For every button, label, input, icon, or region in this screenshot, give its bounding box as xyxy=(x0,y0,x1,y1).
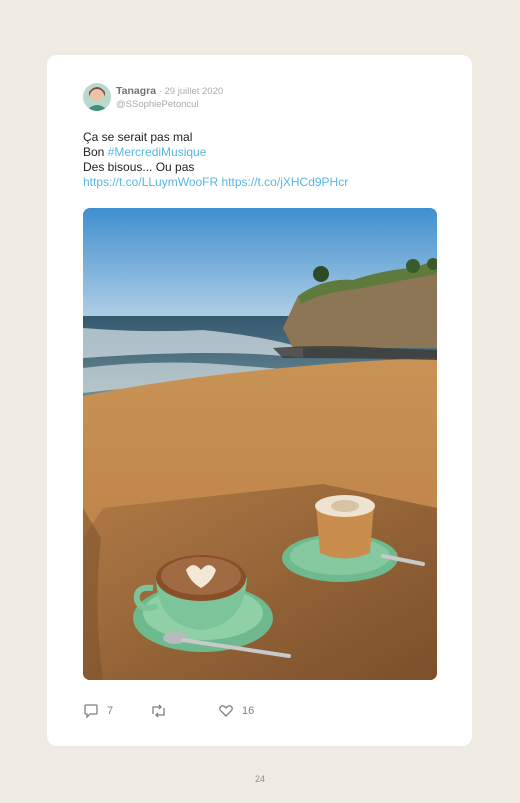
heart-icon xyxy=(218,703,234,719)
page-number: 24 xyxy=(254,774,265,784)
retweet-icon xyxy=(150,703,167,719)
reply-button[interactable]: 7 xyxy=(83,703,113,719)
retweet-button[interactable] xyxy=(150,703,175,719)
like-count: 16 xyxy=(242,705,255,717)
tweet-card: Tanagra · 29 juillet 2020 @SSophiePetonc… xyxy=(47,55,472,746)
tweet-line: Ça se serait pas mal xyxy=(83,130,348,145)
reply-count: 7 xyxy=(107,705,114,717)
like-button[interactable]: 16 xyxy=(218,703,254,719)
reply-icon xyxy=(83,703,99,719)
tweet-line: Des bisous... Ou pas xyxy=(83,160,348,175)
author-handle[interactable]: @SSophiePetoncul xyxy=(116,99,199,110)
tweet-photo[interactable] xyxy=(83,208,437,680)
tweet-line: Bon #MercrediMusique xyxy=(83,145,348,160)
hashtag-link[interactable]: #MercrediMusique xyxy=(108,145,207,159)
tweet-line-text: Ça se serait pas mal xyxy=(83,130,193,144)
tweet-line-text: Des bisous... Ou pas xyxy=(83,160,195,174)
avatar[interactable] xyxy=(83,83,111,111)
tweet-line: https://t.co/LLuymWooFR https://t.co/jXH… xyxy=(83,175,348,190)
tweet-actions: 7 16 xyxy=(83,703,437,719)
tweet-line-text: Bon xyxy=(83,145,108,159)
author-row: Tanagra · 29 juillet 2020 xyxy=(116,85,223,97)
tweet-text: Ça se serait pas mal Bon #MercrediMusiqu… xyxy=(83,130,348,190)
author-name[interactable]: Tanagra xyxy=(116,85,156,97)
url-links[interactable]: https://t.co/LLuymWooFR https://t.co/jXH… xyxy=(83,175,348,189)
tweet-date[interactable]: · 29 juillet 2020 xyxy=(156,86,223,97)
